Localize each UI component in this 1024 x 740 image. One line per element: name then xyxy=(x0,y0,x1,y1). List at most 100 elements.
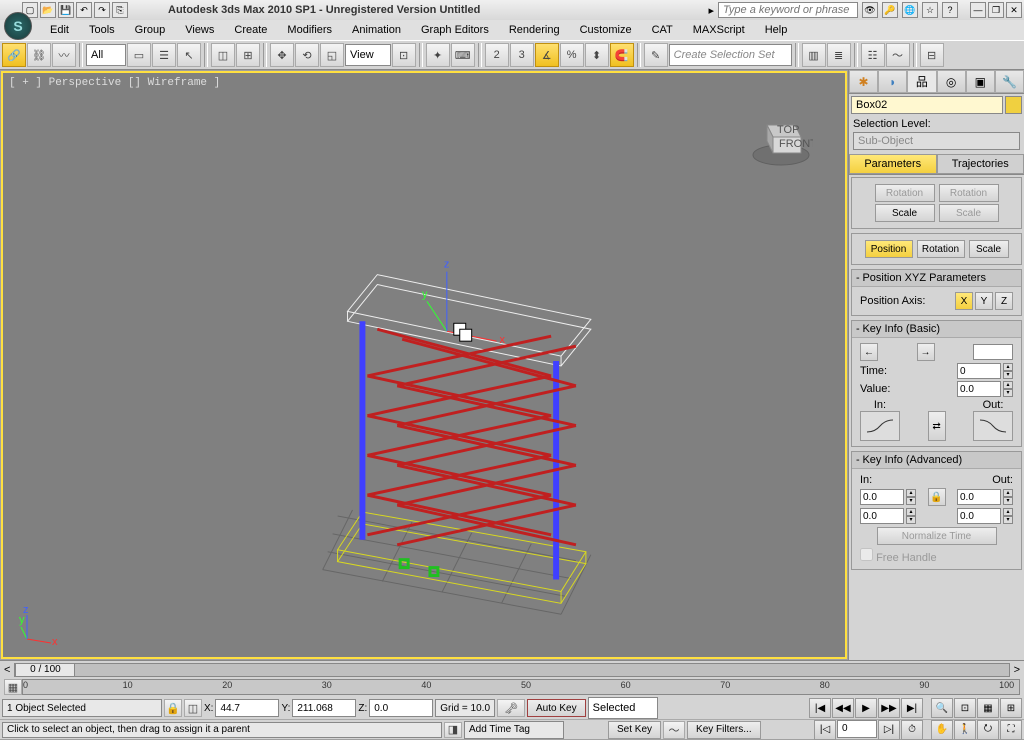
rotation-button-2[interactable]: Rotation xyxy=(939,184,999,202)
reference-coord[interactable]: View xyxy=(345,44,391,66)
help-icon[interactable]: ? xyxy=(942,2,958,18)
menu-animation[interactable]: Animation xyxy=(342,22,411,38)
select-object-icon[interactable]: ▭ xyxy=(127,43,151,67)
menu-help[interactable]: Help xyxy=(755,22,798,38)
prev-frame-icon[interactable]: ◀◀ xyxy=(832,698,854,718)
percent-snap-icon[interactable]: % xyxy=(560,43,584,67)
goto-end-icon[interactable]: ▶| xyxy=(901,698,923,718)
viewport-perspective[interactable]: [ + ] Perspective [] Wireframe ] xyxy=(1,71,847,659)
zoom-icon[interactable]: 🔍 xyxy=(931,698,953,718)
key-index-input[interactable] xyxy=(973,344,1013,360)
axis-x-button[interactable]: X xyxy=(955,292,973,310)
select-link-icon[interactable]: 🔗 xyxy=(2,43,26,67)
axis-y-button[interactable]: Y xyxy=(975,292,993,310)
timeline-prev-icon[interactable]: < xyxy=(4,664,10,676)
save-icon[interactable]: 💾 xyxy=(58,2,74,18)
tangent-copy-button[interactable]: ⇄ xyxy=(928,411,946,441)
time-ruler[interactable]: 0 10 20 30 40 50 60 70 80 90 100 xyxy=(22,679,1020,695)
binoculars-icon[interactable]: 👁 xyxy=(862,2,878,18)
value-input[interactable] xyxy=(957,381,1001,397)
coord-x[interactable]: 44.7 xyxy=(215,699,279,717)
next-key-button[interactable]: → xyxy=(917,343,935,361)
tab-utilities-icon[interactable]: 🔧 xyxy=(995,70,1024,93)
time-slider-thumb[interactable]: 0 / 100 xyxy=(15,663,75,677)
zoom-all-icon[interactable]: ⊡ xyxy=(954,698,976,718)
menu-views[interactable]: Views xyxy=(175,22,224,38)
star-icon[interactable]: ☆ xyxy=(922,2,938,18)
move-icon[interactable]: ✥ xyxy=(270,43,294,67)
snap-magnet-icon[interactable]: 🧲 xyxy=(610,43,634,67)
object-color-swatch[interactable] xyxy=(1005,96,1022,114)
maximize-icon[interactable]: ❐ xyxy=(988,2,1004,18)
next-frame-icon[interactable]: ▶▶ xyxy=(878,698,900,718)
key-icon[interactable]: 🔑 xyxy=(882,2,898,18)
named-selection-set[interactable]: Create Selection Set xyxy=(669,44,792,66)
object-name-input[interactable] xyxy=(851,96,1003,114)
rotation-button[interactable]: Rotation xyxy=(917,240,965,258)
rotate-icon[interactable]: ⟲ xyxy=(295,43,319,67)
menu-create[interactable]: Create xyxy=(224,22,277,38)
time-input[interactable] xyxy=(957,363,1001,379)
menu-modifiers[interactable]: Modifiers xyxy=(277,22,342,38)
spin-down-icon[interactable]: ▾ xyxy=(1003,371,1013,379)
orbit-icon[interactable]: ⭮ xyxy=(977,720,999,740)
spin-up-icon[interactable]: ▴ xyxy=(1003,363,1013,371)
app-logo-icon[interactable]: S xyxy=(4,12,32,40)
scale-button-2[interactable]: Scale xyxy=(939,204,999,222)
scale-icon[interactable]: ◱ xyxy=(320,43,344,67)
menu-group[interactable]: Group xyxy=(125,22,176,38)
selection-filter[interactable]: All xyxy=(86,44,126,66)
menu-graph-editors[interactable]: Graph Editors xyxy=(411,22,499,38)
scale-button[interactable]: Scale xyxy=(969,240,1009,258)
pivot-icon[interactable]: ⊡ xyxy=(392,43,416,67)
goto-start-icon[interactable]: |◀ xyxy=(809,698,831,718)
link-icon[interactable]: ⎘ xyxy=(112,2,128,18)
menu-rendering[interactable]: Rendering xyxy=(499,22,570,38)
walk-icon[interactable]: 🚶 xyxy=(954,720,976,740)
script-listener-icon[interactable]: ◨ xyxy=(444,722,462,738)
auto-key-button[interactable]: Auto Key xyxy=(527,699,586,717)
max-toggle-icon[interactable]: ⛶ xyxy=(1000,720,1022,740)
next-key-icon[interactable]: ▷| xyxy=(878,720,900,740)
redo-icon[interactable]: ↷ xyxy=(94,2,110,18)
fov-icon[interactable]: ▦ xyxy=(977,698,999,718)
normalize-time-button[interactable]: Normalize Time xyxy=(877,527,997,545)
menu-customize[interactable]: Customize xyxy=(570,22,642,38)
zoom-extents-icon[interactable]: ⊞ xyxy=(1000,698,1022,718)
lock-selection-icon[interactable]: 🔒 xyxy=(164,699,182,717)
axis-z-button[interactable]: Z xyxy=(995,292,1013,310)
angle-snap-icon[interactable]: ∡ xyxy=(535,43,559,67)
named-sel-edit-icon[interactable]: ✎ xyxy=(644,43,668,67)
undo-icon[interactable]: ↶ xyxy=(76,2,92,18)
prev-key-button[interactable]: ← xyxy=(860,343,878,361)
keyboard-shortcut-icon[interactable]: ⌨ xyxy=(451,43,475,67)
curve-editor-icon[interactable]: 〜 xyxy=(886,43,910,67)
snap-2d-icon[interactable]: 2 xyxy=(485,43,509,67)
tab-create-icon[interactable]: ✱ xyxy=(849,70,878,93)
bind-space-warp-icon[interactable]: 〰 xyxy=(52,43,76,67)
out-tangent-button[interactable] xyxy=(973,411,1013,441)
select-name-icon[interactable]: ☰ xyxy=(152,43,176,67)
current-frame-input[interactable]: 0 xyxy=(837,720,877,738)
unlink-icon[interactable]: ⛓ xyxy=(27,43,51,67)
tab-motion-icon[interactable]: ◎ xyxy=(937,70,966,93)
menu-maxscript[interactable]: MAXScript xyxy=(683,22,755,38)
pan-icon[interactable]: ✋ xyxy=(931,720,953,740)
select-cursor-icon[interactable]: ↖ xyxy=(177,43,201,67)
coord-y[interactable]: 211.068 xyxy=(292,699,356,717)
key-mode-dropdown[interactable]: Selected xyxy=(588,697,658,719)
free-handle-checkbox[interactable]: Free Handle xyxy=(860,548,937,564)
adv-in2-input[interactable] xyxy=(860,508,904,524)
time-slider-track[interactable]: 0 / 100 xyxy=(14,663,1009,677)
menu-cat[interactable]: CAT xyxy=(642,22,683,38)
adv-in-input[interactable] xyxy=(860,489,904,505)
adv-out-input[interactable] xyxy=(957,489,1001,505)
timeline-next-icon[interactable]: > xyxy=(1014,664,1020,676)
tab-modify-icon[interactable]: ◗ xyxy=(878,70,907,93)
time-config-icon[interactable]: ⏱ xyxy=(901,720,923,740)
window-crossing-icon[interactable]: ⊞ xyxy=(236,43,260,67)
globe-icon[interactable]: 🌐 xyxy=(902,2,918,18)
manipulate-icon[interactable]: ✦ xyxy=(426,43,450,67)
scale-button-1[interactable]: Scale xyxy=(875,204,935,222)
position-button[interactable]: Position xyxy=(865,240,913,258)
